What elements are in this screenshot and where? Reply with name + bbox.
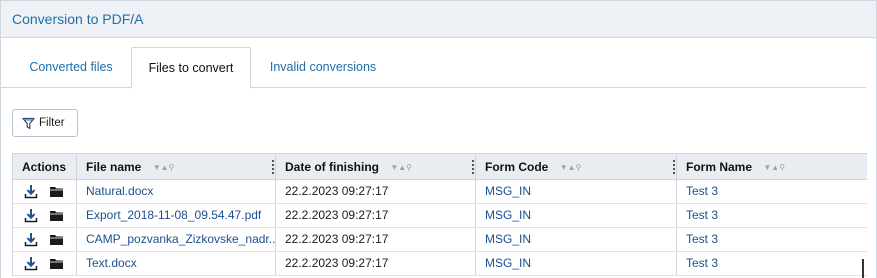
table-row[interactable]: Text.docx 22.2.2023 09:27:17 MSG_IN Test… [13,252,867,276]
date-of-finishing: 22.2.2023 09:27:17 [276,252,476,275]
form-code-link[interactable]: MSG_IN [476,180,677,203]
column-header-form-name[interactable]: Form Name ▼▲⚲ [677,154,868,180]
download-icon[interactable] [22,183,40,201]
column-resize-handle[interactable] [272,160,274,174]
sort-filter-icon[interactable]: ▼▲⚲ [153,155,175,181]
tab-files-to-convert[interactable]: Files to convert [131,47,251,89]
row-actions [13,252,77,275]
tab-converted-files[interactable]: Converted files [14,47,128,88]
form-name-link[interactable]: Test 3 [677,228,868,251]
date-of-finishing: 22.2.2023 09:27:17 [276,180,476,203]
table-row[interactable]: CAMP_pozvanka_Zizkovske_nadr... 22.2.202… [13,228,867,252]
form-name-link[interactable]: Test 3 [677,252,868,275]
grid-header: Actions File name ▼▲⚲ Date of finishing … [13,153,867,180]
form-code-link[interactable]: MSG_IN [476,252,677,275]
download-icon[interactable] [22,231,40,249]
date-of-finishing: 22.2.2023 09:27:17 [276,204,476,227]
download-icon[interactable] [22,255,40,273]
download-icon[interactable] [22,207,40,225]
column-resize-handle[interactable] [472,160,474,174]
filter-button[interactable]: Filter [12,109,78,137]
folder-icon[interactable] [48,255,66,273]
sort-filter-icon[interactable]: ▼▲⚲ [560,155,582,181]
date-of-finishing: 22.2.2023 09:27:17 [276,228,476,251]
row-actions [13,180,77,203]
sort-filter-icon[interactable]: ▼▲⚲ [763,155,785,181]
folder-icon[interactable] [48,207,66,225]
table-row[interactable]: Export_2018-11-08_09.54.47.pdf 22.2.2023… [13,204,867,228]
form-code-link[interactable]: MSG_IN [476,228,677,251]
column-header-actions: Actions [13,154,77,180]
tab-invalid-conversions[interactable]: Invalid conversions [255,47,391,88]
conversion-panel: Conversion to PDF/A Converted files File… [0,0,877,278]
form-code-link[interactable]: MSG_IN [476,204,677,227]
table-row[interactable]: Natural.docx 22.2.2023 09:27:17 MSG_IN T… [13,180,867,204]
panel-header: Conversion to PDF/A [1,1,876,38]
tab-bar: Converted files Files to convert Invalid… [1,47,866,89]
scrollbar-handle[interactable] [862,259,864,278]
file-name-link[interactable]: CAMP_pozvanka_Zizkovske_nadr... [77,228,276,251]
folder-icon[interactable] [48,183,66,201]
panel-title: Conversion to PDF/A [12,11,144,27]
files-grid: Actions File name ▼▲⚲ Date of finishing … [12,153,867,276]
row-actions [13,204,77,227]
column-header-file-name[interactable]: File name ▼▲⚲ [77,154,276,180]
filter-button-label: Filter [39,117,65,129]
file-name-link[interactable]: Natural.docx [77,180,276,203]
file-name-link[interactable]: Text.docx [77,252,276,275]
row-actions [13,228,77,251]
folder-icon[interactable] [48,231,66,249]
file-name-link[interactable]: Export_2018-11-08_09.54.47.pdf [77,204,276,227]
filter-icon [22,117,35,129]
column-header-form-code[interactable]: Form Code ▼▲⚲ [476,154,677,180]
form-name-link[interactable]: Test 3 [677,180,868,203]
form-name-link[interactable]: Test 3 [677,204,868,227]
column-resize-handle[interactable] [673,160,675,174]
sort-filter-icon[interactable]: ▼▲⚲ [390,155,412,181]
column-header-date-of-finishing[interactable]: Date of finishing ▼▲⚲ [276,154,476,180]
